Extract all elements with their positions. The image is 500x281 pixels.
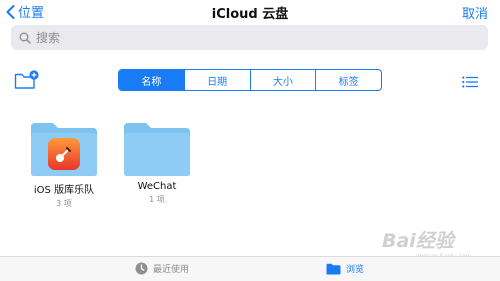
- tab-browse-label: 浏览: [346, 265, 365, 275]
- sort-tab-name[interactable]: 名称: [119, 70, 184, 90]
- new-folder-button[interactable]: [14, 70, 40, 94]
- list-view-button[interactable]: [462, 73, 478, 92]
- sort-segmented-control: 名称 日期 大小 标签: [118, 69, 382, 91]
- search-input[interactable]: [36, 30, 456, 45]
- page-title: iCloud 云盘: [211, 7, 289, 22]
- tab-bar: 最近使用 浏览: [0, 256, 500, 281]
- navigation-bar: 位置 iCloud 云盘 取消: [0, 0, 500, 24]
- watermark-logo: Bai经验: [382, 230, 454, 252]
- folder-icon: [122, 121, 192, 177]
- sort-tab-size[interactable]: 大小: [249, 70, 316, 90]
- search-icon: [19, 32, 31, 44]
- tab-recent-label: 最近使用: [153, 265, 190, 275]
- tab-recent[interactable]: 最近使用: [135, 262, 189, 275]
- folder-browse-icon: [326, 263, 341, 274]
- folder-item[interactable]: WeChat 1 项: [102, 121, 212, 205]
- new-folder-icon: [14, 70, 39, 89]
- list-icon: [462, 76, 478, 88]
- item-name: WeChat: [137, 181, 177, 192]
- clock-icon: [135, 262, 148, 275]
- sort-tab-date[interactable]: 日期: [183, 70, 250, 90]
- sort-tab-tags[interactable]: 标签: [315, 70, 381, 90]
- search-bar[interactable]: [11, 25, 488, 50]
- item-count: 1 项: [149, 195, 165, 204]
- folder-icon: [29, 121, 99, 177]
- cancel-button[interactable]: 取消: [462, 3, 488, 22]
- tab-browse[interactable]: 浏览: [326, 262, 364, 275]
- garageband-app-icon: [48, 138, 80, 170]
